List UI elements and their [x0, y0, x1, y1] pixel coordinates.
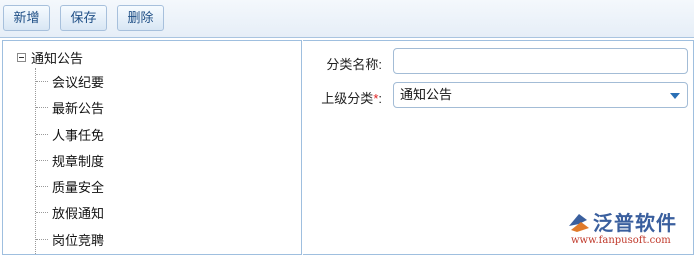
- category-tree-panel: 通知公告 会议纪要 最新公告 人事任免 规章制度 质量安全 放假通知 岗位竞聘: [2, 40, 302, 255]
- tree-branch-line: [36, 106, 48, 108]
- tree-node-label: 人事任免: [52, 127, 105, 143]
- collapse-toggle-icon[interactable]: [17, 52, 26, 62]
- brand-name: 泛普软件: [593, 213, 677, 235]
- fanpu-logo-icon: [569, 214, 589, 232]
- tree-node[interactable]: 质量安全: [36, 177, 104, 195]
- tree-node-label: 会议纪要: [52, 74, 105, 90]
- label-colon: :: [378, 91, 382, 106]
- category-form-panel: 分类名称: 上级分类*: 通知公告 泛普软件 www.fanpusoft.com: [303, 40, 694, 255]
- category-name-input[interactable]: [393, 48, 688, 74]
- tree-node[interactable]: 会议纪要: [36, 72, 104, 90]
- save-button[interactable]: 保存: [60, 5, 107, 31]
- tree-node-label: 岗位竞聘: [52, 232, 105, 248]
- parent-category-value: 通知公告: [400, 87, 453, 102]
- brand-logo: 泛普软件 www.fanpusoft.com: [565, 206, 690, 246]
- tree-node-label: 通知公告: [31, 50, 84, 66]
- parent-category-select[interactable]: 通知公告: [393, 82, 688, 108]
- brand-url: www.fanpusoft.com: [571, 235, 671, 246]
- tree-branch-line: [36, 80, 48, 82]
- tree-node[interactable]: 人事任免: [36, 125, 104, 143]
- tree-branch-line: [36, 238, 48, 240]
- tree-node[interactable]: 最新公告: [36, 98, 104, 116]
- tree-node[interactable]: 岗位竞聘: [36, 230, 104, 248]
- tree-branch-line: [36, 159, 48, 161]
- tree-node-label: 放假通知: [52, 205, 105, 221]
- tree-node-label: 最新公告: [52, 100, 105, 116]
- category-name-label: 分类名称:: [326, 57, 382, 72]
- tree-branch-line: [36, 133, 48, 135]
- add-button[interactable]: 新增: [3, 5, 50, 31]
- tree-branch-line: [36, 185, 48, 187]
- tree-node-label: 质量安全: [52, 179, 105, 195]
- tree-node-label: 规章制度: [52, 153, 105, 169]
- parent-category-label-text: 上级分类: [321, 91, 374, 106]
- tree-node-root[interactable]: 通知公告: [17, 48, 83, 66]
- delete-button[interactable]: 删除: [117, 5, 164, 31]
- parent-category-label: 上级分类*:: [321, 88, 382, 107]
- dropdown-arrow-icon[interactable]: [670, 93, 680, 99]
- tree-branch-line: [36, 211, 48, 213]
- tree-node[interactable]: 规章制度: [36, 151, 104, 169]
- tree-node[interactable]: 放假通知: [36, 203, 104, 221]
- toolbar: 新增 保存 删除: [0, 0, 694, 38]
